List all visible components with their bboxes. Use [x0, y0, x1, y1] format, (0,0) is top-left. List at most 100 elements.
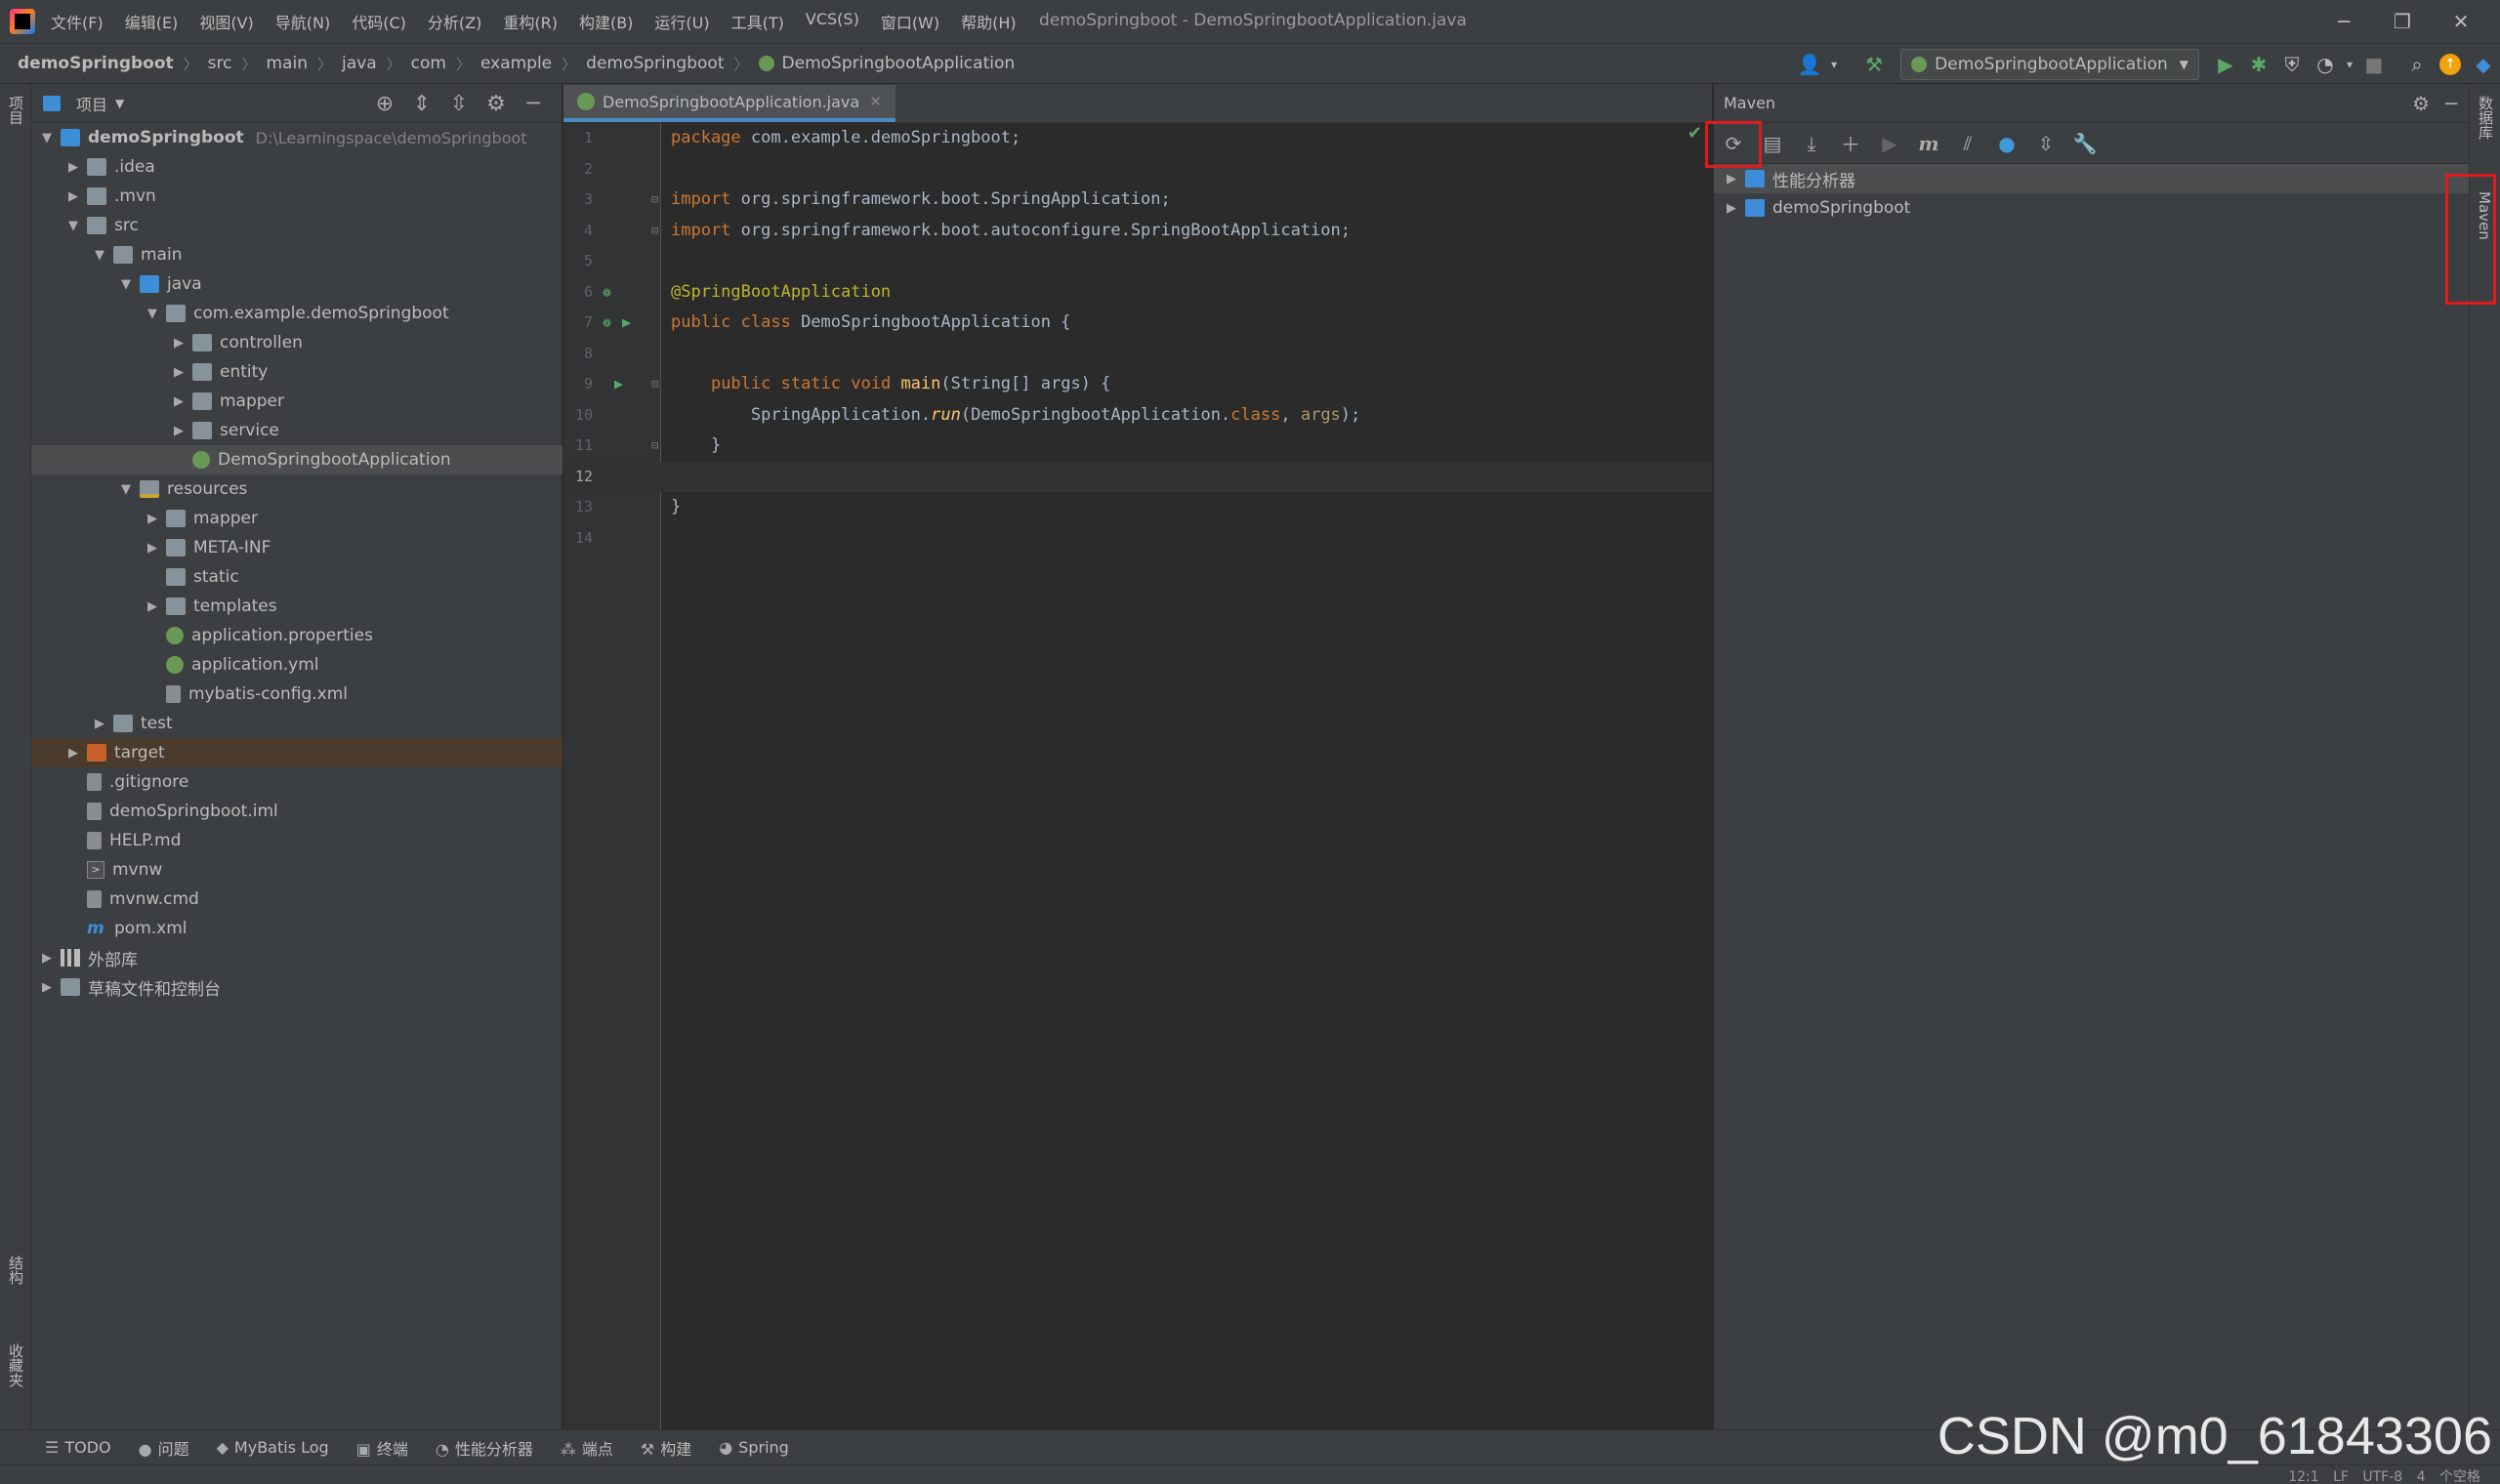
tree-node[interactable]: ▶HELP.md: [31, 826, 562, 855]
close-tab-icon[interactable]: ✕: [869, 93, 882, 110]
menu-item[interactable]: 重构(R): [503, 10, 558, 33]
tree-node[interactable]: ▶DemoSpringbootApplication: [31, 445, 562, 474]
chevron-right-icon[interactable]: ▶: [1724, 201, 1739, 216]
tree-node[interactable]: ▶application.properties: [31, 621, 562, 650]
tree-node[interactable]: ▶ templates: [31, 592, 562, 621]
menu-item[interactable]: 代码(C): [352, 10, 406, 33]
expand-all-icon[interactable]: ⇕: [403, 88, 440, 119]
tree-node[interactable]: ▶ controllen: [31, 328, 562, 357]
hide-icon[interactable]: ─: [2445, 92, 2457, 115]
toggle-offline-icon[interactable]: ⫽: [1948, 124, 1987, 163]
code-line[interactable]: 7 ❁ ▶ public class DemoSpringbootApplicatio…: [563, 308, 1712, 339]
tree-node[interactable]: ▶ .mvn: [31, 182, 562, 211]
inspection-ok-icon[interactable]: ✔: [1688, 123, 1702, 144]
menu-item[interactable]: VCS(S): [806, 10, 859, 33]
code-line[interactable]: 1 package com.example.demoSpringboot;: [563, 123, 1712, 154]
tree-node[interactable]: ▼ demoSpringboot D:\Learningspace\demoSpri…: [31, 123, 562, 152]
run-config-select[interactable]: DemoSpringbootApplication ▼: [1900, 49, 2199, 80]
code-line[interactable]: 14: [563, 523, 1712, 555]
run-gutter-icon[interactable]: ▶: [614, 369, 623, 400]
code-line[interactable]: 8: [563, 339, 1712, 370]
chevron-right-icon[interactable]: ▶: [145, 599, 160, 614]
run-icon[interactable]: ▶: [2209, 48, 2242, 81]
menu-item[interactable]: 窗口(W): [881, 10, 939, 33]
tool-window-mybatis-log[interactable]: ◆ MyBatis Log: [217, 1438, 329, 1457]
code-line[interactable]: 9 ▶ ⊟ public static void main(String[] arg…: [563, 369, 1712, 400]
execute-goal-icon[interactable]: m: [1909, 124, 1948, 163]
menu-item[interactable]: 导航(N): [275, 10, 330, 33]
menu-item[interactable]: 运行(U): [654, 10, 709, 33]
chevron-right-icon[interactable]: ▶: [171, 336, 187, 350]
tree-node[interactable]: ▶ target: [31, 738, 562, 767]
chevron-down-icon[interactable]: ▼: [39, 131, 55, 145]
chevron-right-icon[interactable]: ▶: [145, 512, 160, 526]
code-line[interactable]: 5: [563, 246, 1712, 277]
chevron-right-icon[interactable]: ▶: [39, 951, 55, 966]
tree-node[interactable]: ▼ java: [31, 269, 562, 299]
restore-icon[interactable]: ❐: [2373, 6, 2432, 37]
breadcrumb-item[interactable]: example: [480, 54, 552, 73]
tree-node[interactable]: ▶mvnw.cmd: [31, 885, 562, 914]
menu-item[interactable]: 视图(V): [199, 10, 253, 33]
maven-tree-node[interactable]: ▶ 性能分析器: [1714, 164, 2469, 193]
tool-window-todo[interactable]: ☰ TODO: [45, 1438, 111, 1457]
spring-bean-icon[interactable]: ❁: [603, 308, 611, 339]
tree-node[interactable]: ▶ entity: [31, 357, 562, 387]
menu-item[interactable]: 工具(T): [731, 10, 784, 33]
project-tool-tab[interactable]: 项目: [6, 96, 26, 125]
chevron-down-icon[interactable]: ▾: [2342, 48, 2357, 81]
tree-node[interactable]: ▼ src: [31, 211, 562, 240]
tree-node[interactable]: ▶mpom.xml: [31, 914, 562, 943]
tree-node[interactable]: ▶>mvnw: [31, 855, 562, 885]
code-line[interactable]: 3 ⊟ import org.springframework.boot.Spring…: [563, 185, 1712, 216]
collapse-all-icon[interactable]: ⇳: [2026, 124, 2065, 163]
run-maven-icon[interactable]: ▶: [1870, 124, 1909, 163]
profile-icon[interactable]: ◔: [2309, 48, 2342, 81]
favorites-tool-tab[interactable]: 收藏夹: [6, 1343, 26, 1387]
debug-icon[interactable]: ✱: [2242, 48, 2275, 81]
breadcrumb-item[interactable]: demoSpringboot: [18, 54, 174, 73]
code-line[interactable]: 10 SpringApplication.run(DemoSpringbootA…: [563, 400, 1712, 432]
code-line[interactable]: 4 ⊟ import org.springframework.boot.autoco…: [563, 216, 1712, 247]
chevron-down-icon[interactable]: ▼: [145, 307, 160, 321]
menu-item[interactable]: 编辑(E): [125, 10, 179, 33]
tool-window-endpoints[interactable]: ⁂ 端点: [561, 1436, 613, 1460]
chevron-right-icon[interactable]: ▶: [65, 189, 81, 204]
locate-icon[interactable]: ⊕: [366, 88, 403, 119]
skip-tests-icon[interactable]: ●: [1987, 124, 2026, 163]
stop-icon[interactable]: ■: [2357, 48, 2391, 81]
tool-window-profiler[interactable]: ◔ 性能分析器: [436, 1436, 533, 1460]
code-line[interactable]: 6 ❁ @SpringBootApplication: [563, 277, 1712, 309]
code-line[interactable]: 11 ⊟ }: [563, 431, 1712, 462]
search-icon[interactable]: ⌕: [2400, 48, 2434, 81]
chevron-down-icon[interactable]: ▼: [65, 219, 81, 233]
chevron-down-icon[interactable]: ▼: [118, 277, 134, 292]
menu-item[interactable]: 构建(B): [579, 10, 633, 33]
tree-node[interactable]: ▼ resources: [31, 474, 562, 504]
update-icon[interactable]: ↑: [2434, 48, 2467, 81]
close-window-icon[interactable]: ✕: [2432, 6, 2490, 37]
maven-tree-node[interactable]: ▶ demoSpringboot: [1714, 193, 2469, 223]
fold-icon[interactable]: ⊟: [651, 185, 658, 216]
tree-node[interactable]: ▶ .idea: [31, 152, 562, 182]
build-hammer-icon[interactable]: ⚒: [1857, 48, 1891, 81]
maven-settings-wrench-icon[interactable]: 🔧: [2065, 124, 2104, 163]
tree-node[interactable]: ▶ mapper: [31, 504, 562, 533]
minimize-icon[interactable]: ─: [2314, 6, 2373, 37]
tree-node[interactable]: ▶.gitignore: [31, 767, 562, 797]
run-gutter-icon[interactable]: ▶: [622, 308, 631, 339]
tree-node[interactable]: ▶ service: [31, 416, 562, 445]
chevron-right-icon[interactable]: ▶: [171, 394, 187, 409]
chevron-down-icon[interactable]: ▾: [1826, 48, 1842, 81]
breadcrumb-item[interactable]: java: [342, 54, 377, 73]
chevron-down-icon[interactable]: ▼: [118, 482, 134, 497]
database-tool-tab[interactable]: 数据库: [2476, 96, 2496, 140]
menu-item[interactable]: 分析(Z): [428, 10, 481, 33]
tree-node[interactable]: ▼ main: [31, 240, 562, 269]
structure-tool-tab[interactable]: 结构: [6, 1256, 26, 1285]
tree-node[interactable]: ▶ test: [31, 709, 562, 738]
spring-bean-icon[interactable]: ❁: [603, 277, 611, 309]
breadcrumb-item[interactable]: demoSpringboot: [586, 54, 724, 73]
tree-node[interactable]: ▶ META-INF: [31, 533, 562, 562]
toolbox-icon[interactable]: ◆: [2467, 48, 2500, 81]
